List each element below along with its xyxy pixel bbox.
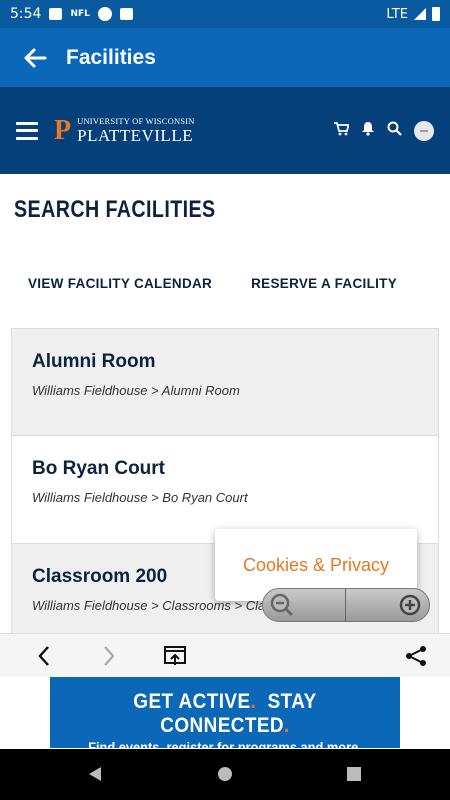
facility-path: Williams Fieldhouse > Alumni Room: [32, 383, 240, 398]
battery-icon: [432, 7, 440, 21]
system-nav-bar: [0, 749, 450, 800]
status-bar: 5:54 NFL LTE: [0, 0, 450, 28]
zoom-in-icon: [399, 594, 421, 616]
ad-area: GET ACTIVE. STAY CONNECTED. Find events,…: [0, 677, 450, 755]
logo-letter: P: [54, 114, 72, 146]
bell-icon[interactable]: [361, 121, 375, 140]
avatar[interactable]: [414, 120, 434, 141]
browser-toolbar: [0, 633, 450, 677]
forward-icon[interactable]: [95, 642, 123, 670]
open-in-browser-icon[interactable]: [161, 642, 189, 670]
zoom-in-button[interactable]: [346, 589, 429, 621]
zoom-out-button[interactable]: [263, 589, 346, 621]
app-bar: Facilities: [0, 28, 450, 87]
signal-icon: [414, 8, 426, 20]
facility-name: Alumni Room: [32, 351, 156, 372]
cookies-privacy-label: Cookies & Privacy: [242, 554, 390, 575]
p-circle-icon: [97, 7, 112, 21]
arrow-left-icon[interactable]: [20, 43, 50, 73]
logo-line1: UNIVERSITY OF WISCONSIN: [77, 116, 195, 127]
list-item[interactable]: Alumni Room Williams Fieldhouse > Alumni…: [11, 328, 439, 436]
nav-recents-icon[interactable]: [345, 765, 363, 783]
reserve-facility-link[interactable]: RESERVE A FACILITY: [251, 276, 397, 291]
status-time: 5:54: [10, 6, 42, 22]
logo-line2: PLATTEVILLE: [77, 125, 194, 145]
app-title: Facilities: [66, 45, 156, 69]
nav-back-icon[interactable]: [86, 765, 104, 783]
facility-links: VIEW FACILITY CALENDAR RESERVE A FACILIT…: [28, 276, 397, 291]
list-item[interactable]: Bo Ryan Court Williams Fieldhouse > Bo R…: [11, 436, 439, 544]
share-icon[interactable]: [402, 642, 430, 670]
page-title: SEARCH FACILITIES: [14, 196, 216, 223]
back-icon[interactable]: [30, 642, 58, 670]
nfl-icon: NFL: [70, 9, 90, 19]
ad-banner[interactable]: GET ACTIVE. STAY CONNECTED. Find events,…: [50, 677, 400, 755]
nav-home-icon[interactable]: [216, 765, 234, 783]
network-type: LTE: [386, 6, 408, 22]
university-logo[interactable]: P UNIVERSITY OF WISCONSIN PLATTEVILLE: [54, 114, 195, 146]
view-facility-calendar-link[interactable]: VIEW FACILITY CALENDAR: [28, 276, 212, 291]
zoom-control: [262, 588, 430, 622]
sd-card-icon: [119, 8, 133, 20]
zoom-out-icon: [270, 593, 294, 617]
facility-name: Bo Ryan Court: [32, 458, 165, 479]
facility-path: Williams Fieldhouse > Bo Ryan Court: [32, 490, 248, 505]
image-icon: [49, 8, 63, 20]
search-icon[interactable]: [387, 121, 402, 140]
menu-icon[interactable]: [16, 121, 38, 140]
site-header: P UNIVERSITY OF WISCONSIN PLATTEVILLE: [0, 87, 450, 174]
ad-headline-a: GET ACTIVE: [133, 690, 251, 713]
cart-icon[interactable]: [333, 121, 350, 140]
